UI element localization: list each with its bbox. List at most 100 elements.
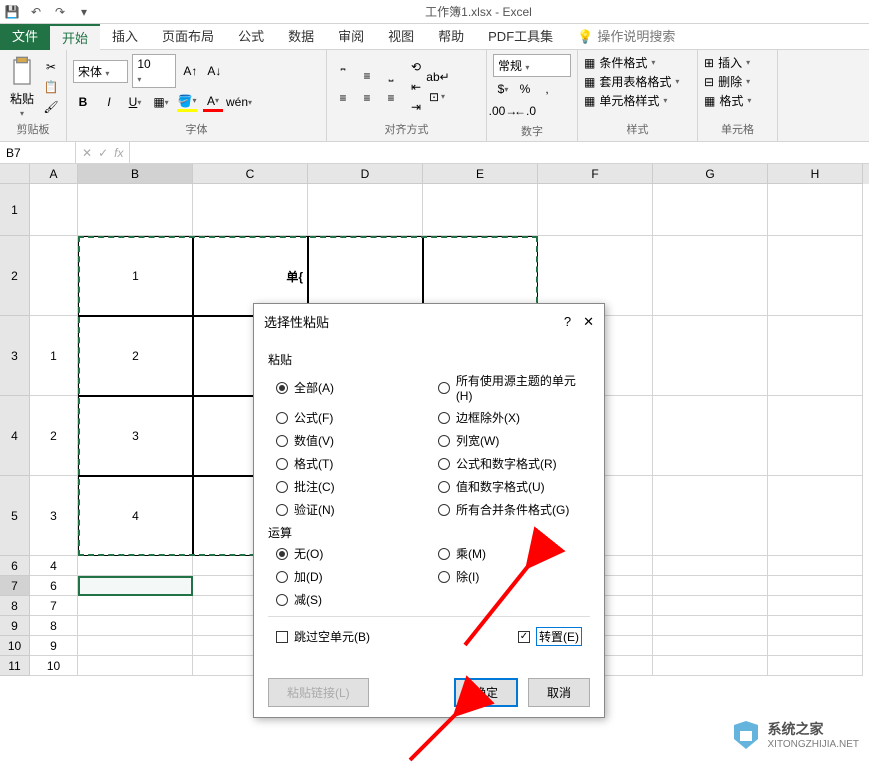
radio-op-none[interactable]: 无(O) xyxy=(276,545,428,562)
phonetic-button[interactable]: wén▾ xyxy=(229,92,249,112)
radio-values[interactable]: 数值(V) xyxy=(276,432,428,449)
row-header-6[interactable]: 6 xyxy=(0,556,30,576)
cell[interactable]: 2 xyxy=(78,316,193,396)
delete-cells-button[interactable]: ⊟删除▾ xyxy=(704,73,771,90)
row-header-10[interactable]: 10 xyxy=(0,636,30,656)
cell[interactable] xyxy=(653,656,768,676)
tab-file[interactable]: 文件 xyxy=(0,24,50,50)
tab-view[interactable]: 视图 xyxy=(376,24,426,50)
cell[interactable] xyxy=(768,316,863,396)
cell[interactable]: 1 xyxy=(78,236,193,316)
radio-formats[interactable]: 格式(T) xyxy=(276,455,428,472)
format-painter-icon[interactable]: 🖌 xyxy=(42,98,60,116)
tab-insert[interactable]: 插入 xyxy=(100,24,150,50)
cut-icon[interactable]: ✂ xyxy=(42,58,60,76)
cell[interactable] xyxy=(768,236,863,316)
cell[interactable]: 4 xyxy=(30,556,78,576)
increase-decimal-icon[interactable]: .00→ xyxy=(493,101,513,121)
radio-merge-cond[interactable]: 所有合并条件格式(G) xyxy=(438,501,590,518)
increase-font-icon[interactable]: A↑ xyxy=(180,61,200,81)
insert-cells-button[interactable]: ⊞插入▾ xyxy=(704,54,771,71)
cell[interactable] xyxy=(653,476,768,556)
radio-formulas-num[interactable]: 公式和数字格式(R) xyxy=(438,455,590,472)
col-header-C[interactable]: C xyxy=(193,164,308,184)
cell[interactable] xyxy=(423,184,538,236)
cell[interactable]: 10 xyxy=(30,656,78,676)
cell[interactable] xyxy=(30,184,78,236)
cell[interactable] xyxy=(653,316,768,396)
radio-noborder[interactable]: 边框除外(X) xyxy=(438,409,590,426)
row-header-9[interactable]: 9 xyxy=(0,616,30,636)
cell-styles-button[interactable]: ▦单元格样式▾ xyxy=(584,92,691,109)
fill-color-button[interactable]: 🪣▾ xyxy=(177,92,197,112)
orientation-icon[interactable]: ⟲ xyxy=(407,58,425,76)
wrap-text-icon[interactable]: ab↵ xyxy=(429,68,447,86)
align-middle-icon[interactable]: ≡ xyxy=(357,66,377,86)
number-format-select[interactable]: 常规 ▾ xyxy=(493,54,571,77)
decrease-decimal-icon[interactable]: ←.0 xyxy=(515,101,535,121)
col-header-B[interactable]: B xyxy=(78,164,193,184)
align-top-icon[interactable]: ⎴ xyxy=(333,66,353,86)
col-header-H[interactable]: H xyxy=(768,164,863,184)
cell[interactable]: 9 xyxy=(30,636,78,656)
cell[interactable] xyxy=(653,184,768,236)
cell[interactable]: 3 xyxy=(78,396,193,476)
copy-icon[interactable]: 📋 xyxy=(42,78,60,96)
decrease-font-icon[interactable]: A↓ xyxy=(204,61,224,81)
row-header-7[interactable]: 7 xyxy=(0,576,30,596)
font-name-select[interactable]: 宋体 ▾ xyxy=(73,60,128,83)
col-header-F[interactable]: F xyxy=(538,164,653,184)
italic-button[interactable]: I xyxy=(99,92,119,112)
align-bottom-icon[interactable]: ⎵ xyxy=(381,66,401,86)
align-right-icon[interactable]: ≡ xyxy=(381,88,401,108)
qat-dropdown-icon[interactable]: ▾ xyxy=(76,4,92,20)
cell[interactable] xyxy=(768,396,863,476)
row-header-3[interactable]: 3 xyxy=(0,316,30,396)
tab-layout[interactable]: 页面布局 xyxy=(150,24,226,50)
increase-indent-icon[interactable]: ⇥ xyxy=(407,98,425,116)
cell[interactable] xyxy=(653,236,768,316)
bold-button[interactable]: B xyxy=(73,92,93,112)
radio-op-mul[interactable]: 乘(M) xyxy=(438,545,590,562)
cell[interactable] xyxy=(653,596,768,616)
cell[interactable] xyxy=(78,184,193,236)
tell-me-search[interactable]: 💡 操作说明搜索 xyxy=(565,24,687,50)
col-header-E[interactable]: E xyxy=(423,164,538,184)
align-center-icon[interactable]: ≡ xyxy=(357,88,377,108)
formula-input[interactable] xyxy=(130,142,869,163)
tab-formulas[interactable]: 公式 xyxy=(226,24,276,50)
format-cells-button[interactable]: ▦格式▾ xyxy=(704,92,771,109)
cell[interactable] xyxy=(768,576,863,596)
cell[interactable]: 7 xyxy=(30,596,78,616)
comma-format-icon[interactable]: , xyxy=(537,79,557,99)
underline-button[interactable]: U▾ xyxy=(125,92,145,112)
font-size-select[interactable]: 10 ▾ xyxy=(132,54,176,88)
cell[interactable] xyxy=(768,184,863,236)
conditional-format-button[interactable]: ▦条件格式▾ xyxy=(584,54,691,71)
close-icon[interactable]: ✕ xyxy=(583,314,594,330)
row-header-8[interactable]: 8 xyxy=(0,596,30,616)
radio-theme[interactable]: 所有使用源主题的单元(H) xyxy=(438,372,590,403)
radio-formulas[interactable]: 公式(F) xyxy=(276,409,428,426)
name-box[interactable]: B7 xyxy=(0,142,76,163)
enter-formula-icon[interactable]: ✓ xyxy=(98,146,108,160)
cell[interactable] xyxy=(768,656,863,676)
undo-icon[interactable]: ↶ xyxy=(28,4,44,20)
cell[interactable]: 6 xyxy=(30,576,78,596)
cell[interactable] xyxy=(768,616,863,636)
cell[interactable] xyxy=(653,616,768,636)
radio-values-num[interactable]: 值和数字格式(U) xyxy=(438,478,590,495)
row-header-11[interactable]: 11 xyxy=(0,656,30,676)
radio-validation[interactable]: 验证(N) xyxy=(276,501,428,518)
tab-home[interactable]: 开始 xyxy=(50,24,100,50)
format-as-table-button[interactable]: ▦套用表格格式▾ xyxy=(584,73,691,90)
cell[interactable] xyxy=(768,636,863,656)
radio-op-sub[interactable]: 减(S) xyxy=(276,591,428,608)
fx-icon[interactable]: fx xyxy=(114,146,123,160)
tab-data[interactable]: 数据 xyxy=(276,24,326,50)
cell[interactable] xyxy=(78,556,193,576)
tab-pdf[interactable]: PDF工具集 xyxy=(476,24,565,50)
radio-op-div[interactable]: 除(I) xyxy=(438,568,590,585)
cell[interactable] xyxy=(193,184,308,236)
cell[interactable] xyxy=(653,636,768,656)
